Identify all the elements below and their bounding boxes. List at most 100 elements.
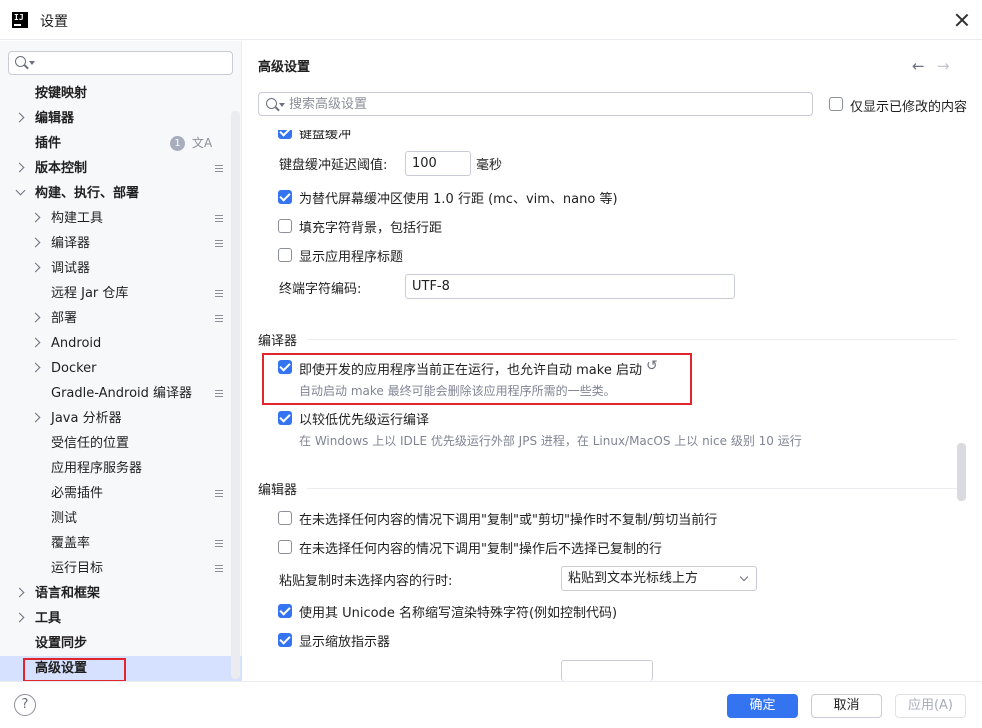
sidebar-item-label: 覆盖率 (51, 536, 91, 551)
sidebar-item-deployment[interactable]: 部署 (0, 306, 242, 331)
sidebar-item-editor[interactable]: 编辑器 (0, 106, 242, 131)
sidebar-item-debugger[interactable]: 调试器 (0, 256, 242, 281)
sidebar-item-keymap[interactable]: 按键映射 (0, 81, 242, 106)
sidebar-item-java-profiler[interactable]: Java 分析器 (0, 406, 242, 431)
sidebar-item-compiler[interactable]: 编译器 (0, 231, 242, 256)
apply-button[interactable]: 应用(A) (895, 694, 966, 718)
chevron-right-icon[interactable] (14, 587, 25, 598)
sidebar-item-settings-sync[interactable]: 设置同步 (0, 631, 242, 656)
sidebar-item-run-targets[interactable]: 运行目标 (0, 556, 242, 581)
sidebar-item-tools[interactable]: 工具 (0, 606, 242, 631)
line-spacing-checkbox[interactable] (278, 190, 292, 204)
terminal-encoding-label: 终端字符编码: (279, 282, 362, 297)
sidebar-item-label: Java 分析器 (51, 411, 122, 426)
zoom-indicator-checkbox[interactable] (278, 633, 292, 647)
disk-buffer-delay-input[interactable]: 100 (405, 151, 471, 176)
sidebar-item-build-execution-deployment[interactable]: 构建、执行、部署 (0, 181, 242, 206)
sidebar-item-plugins[interactable]: 插件 1 文A (0, 131, 242, 156)
window-title: 设置 (40, 14, 68, 30)
paste-label: 粘贴复制时未选择内容的行时: (279, 574, 453, 589)
sidebar-item-gradle-android-compiler[interactable]: Gradle-Android 编译器 (0, 381, 242, 406)
terminal-encoding-input[interactable]: UTF-8 (405, 274, 735, 299)
sidebar-item-label: 版本控制 (35, 161, 88, 176)
project-level-icon (215, 390, 223, 397)
fill-char-bg-label: 填充字符背景，包括行距 (299, 221, 443, 236)
sidebar-item-label: 受信任的位置 (51, 436, 130, 451)
sidebar-item-testing[interactable]: 测试 (0, 506, 242, 531)
translate-icon: 文A (192, 136, 213, 150)
copy-no-selection-checkbox[interactable] (278, 511, 292, 525)
chevron-right-icon[interactable] (14, 112, 25, 123)
arrow-left-icon[interactable]: ← (912, 57, 925, 75)
search-icon (266, 98, 277, 109)
only-modified-label: 仅显示已修改的内容 (850, 100, 968, 115)
search-icon (15, 56, 26, 67)
sidebar-item-remote-jar-repos[interactable]: 远程 Jar 仓库 (0, 281, 242, 306)
chevron-down-icon[interactable] (15, 185, 26, 196)
show-app-title-checkbox[interactable] (278, 248, 292, 262)
intellij-logo-icon: IJ (12, 12, 28, 28)
project-level-icon (215, 540, 223, 547)
chevron-right-icon[interactable] (30, 212, 41, 223)
show-app-title-label: 显示应用程序标题 (299, 250, 404, 265)
chevron-right-icon[interactable] (14, 612, 25, 623)
low-priority-checkbox[interactable] (278, 411, 292, 425)
section-title-editor: 编辑器 (258, 483, 298, 498)
arrow-right-icon[interactable]: → (937, 57, 950, 75)
sidebar-search[interactable] (8, 51, 233, 75)
sidebar-item-required-plugins[interactable]: 必需插件 (0, 481, 242, 506)
settings-content: 高级设置 ← → 仅显示已修改的内容 键盘缓冲 键盘缓冲延迟阈值: 100 毫秒… (243, 41, 982, 681)
disk-buffer-delay-unit: 毫秒 (476, 158, 503, 173)
plugin-update-badge: 1 (170, 136, 185, 151)
sidebar-item-label: Gradle-Android 编译器 (51, 386, 193, 401)
sidebar-item-coverage[interactable]: 覆盖率 (0, 531, 242, 556)
copy-no-selection-label: 在未选择任何内容的情况下调用"复制"或"剪切"操作时不复制/剪切当前行 (299, 513, 718, 528)
project-level-icon (215, 240, 223, 247)
help-button[interactable]: ? (14, 694, 36, 716)
fill-char-bg-checkbox[interactable] (278, 219, 292, 233)
chevron-right-icon[interactable] (30, 362, 41, 373)
disk-buffer-delay-label: 键盘缓冲延迟阈值: (279, 158, 388, 173)
cancel-button[interactable]: 取消 (811, 694, 882, 718)
sidebar-item-label: 应用程序服务器 (51, 461, 143, 476)
sidebar-item-vcs[interactable]: 版本控制 (0, 156, 242, 181)
advanced-settings-search-input[interactable] (289, 95, 799, 113)
partially-visible-select[interactable] (561, 660, 653, 681)
chevron-down-icon (739, 572, 749, 582)
sidebar-item-trusted-locations[interactable]: 受信任的位置 (0, 431, 242, 456)
sidebar-item-label: 工具 (35, 611, 62, 626)
sidebar-item-build-tools[interactable]: 构建工具 (0, 206, 242, 231)
close-icon[interactable] (952, 10, 972, 30)
sidebar-item-docker[interactable]: Docker (0, 356, 242, 381)
chevron-right-icon[interactable] (30, 262, 41, 273)
sidebar-item-label: 构建工具 (51, 211, 104, 226)
advanced-settings-search[interactable] (258, 92, 813, 116)
sidebar-item-label: 编辑器 (35, 111, 75, 126)
sidebar-item-android[interactable]: Android (0, 331, 242, 356)
sidebar-item-label: Android (51, 336, 102, 351)
sidebar-item-label: 必需插件 (51, 486, 104, 501)
sidebar-scrollbar[interactable] (231, 111, 240, 679)
unicode-names-checkbox[interactable] (278, 604, 292, 618)
line-spacing-label: 为替代屏幕缓冲区使用 1.0 行距 (mc、vim、nano 等) (299, 192, 618, 207)
chevron-right-icon[interactable] (30, 237, 41, 248)
paste-mode-select[interactable]: 粘贴到文本光标线上方 (561, 566, 757, 591)
only-modified-checkbox[interactable] (829, 97, 843, 111)
search-history-icon[interactable] (279, 103, 285, 107)
content-scrollbar[interactable] (957, 443, 966, 501)
chevron-right-icon[interactable] (30, 337, 41, 348)
sidebar-item-languages-frameworks[interactable]: 语言和框架 (0, 581, 242, 606)
no-select-after-copy-checkbox[interactable] (278, 540, 292, 554)
sidebar-search-input[interactable] (37, 54, 227, 72)
chevron-right-icon[interactable] (30, 312, 41, 323)
search-history-icon[interactable] (29, 61, 35, 65)
project-level-icon (215, 565, 223, 572)
dialog-footer: ? 确定 取消 应用(A) (0, 681, 982, 728)
sidebar-item-app-servers[interactable]: 应用程序服务器 (0, 456, 242, 481)
highlight-box-advanced-settings (23, 658, 126, 682)
sidebar-item-label: Docker (51, 361, 97, 376)
chevron-right-icon[interactable] (30, 412, 41, 423)
chevron-right-icon[interactable] (14, 162, 25, 173)
paste-mode-value: 粘贴到文本光标线上方 (568, 571, 699, 586)
ok-button[interactable]: 确定 (727, 694, 798, 718)
